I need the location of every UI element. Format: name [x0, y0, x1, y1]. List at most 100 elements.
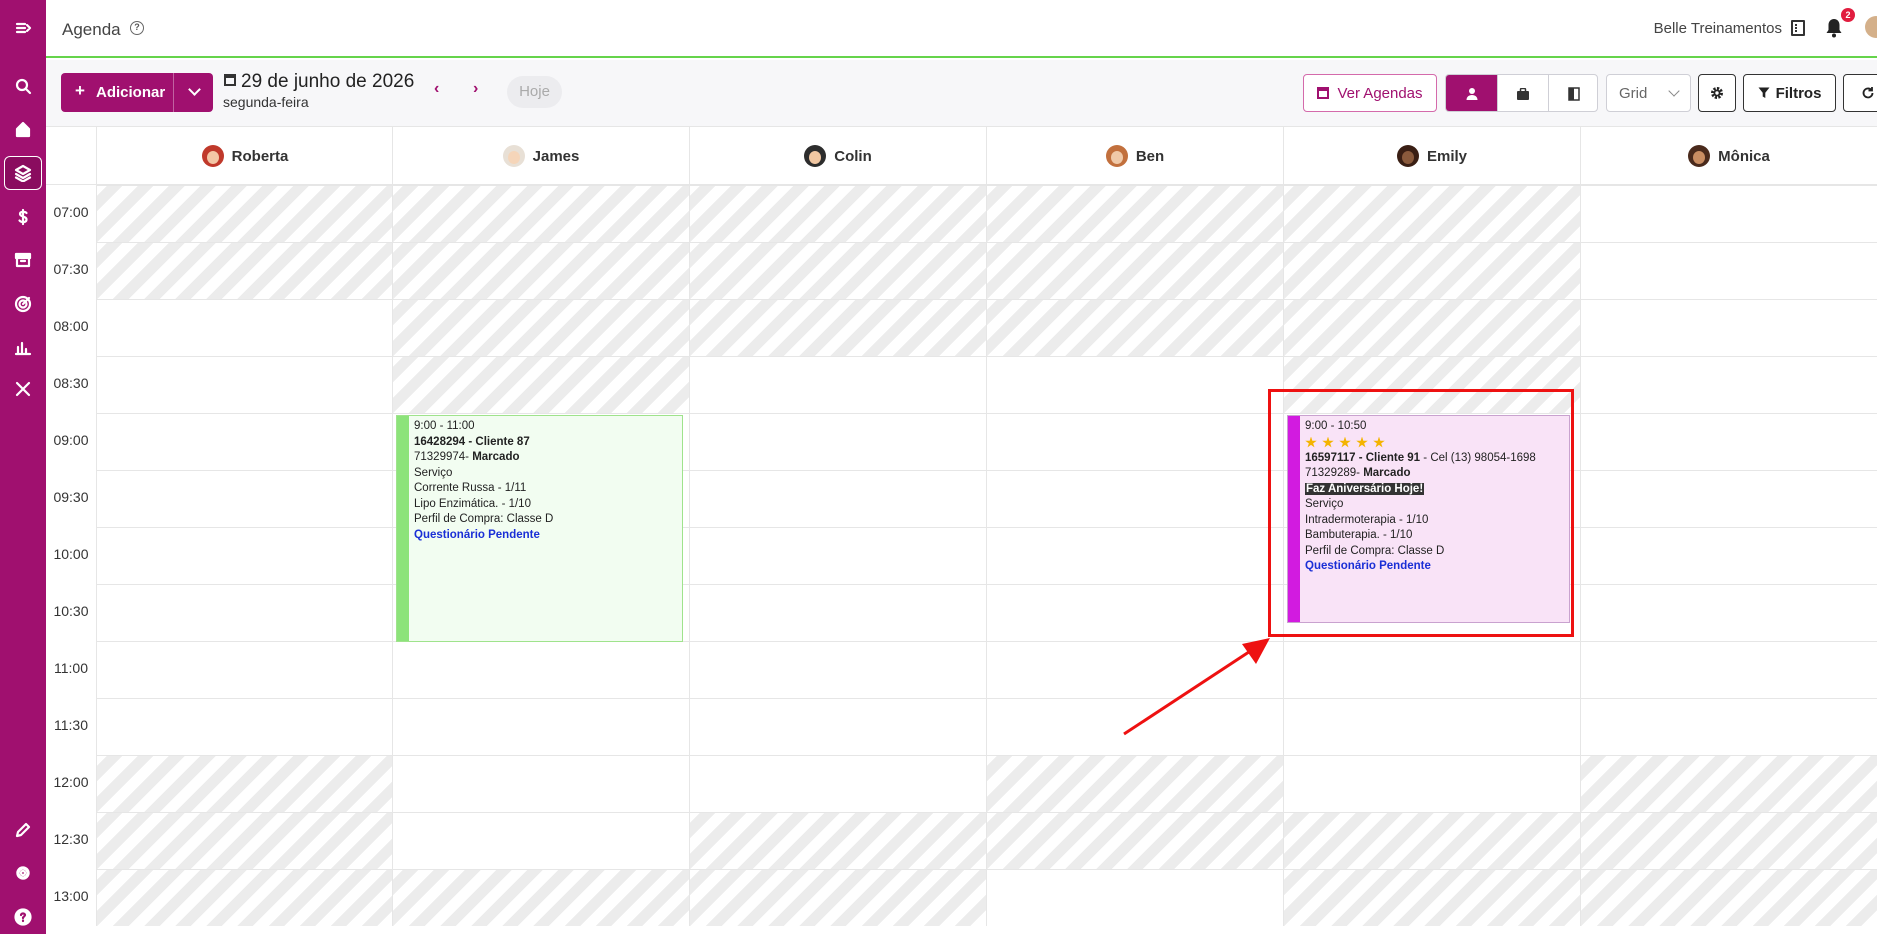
view-room-button[interactable] [1497, 75, 1548, 111]
blocked-slot[interactable] [96, 242, 393, 299]
time-slot[interactable] [96, 584, 393, 641]
column-header-mônica[interactable]: Mônica [1580, 127, 1877, 185]
blocked-slot[interactable] [1283, 812, 1580, 869]
time-slot[interactable] [392, 812, 689, 869]
filters-button[interactable]: Filtros [1743, 74, 1836, 112]
blocked-slot[interactable] [689, 242, 986, 299]
sidebar-item-search[interactable] [0, 69, 46, 103]
prev-day-button[interactable]: ‹ [434, 80, 439, 98]
column-header-emily[interactable]: Emily [1283, 127, 1580, 185]
blocked-slot[interactable] [96, 812, 393, 869]
settings-button[interactable] [1698, 74, 1736, 112]
time-slot[interactable] [689, 413, 986, 470]
time-slot[interactable] [1580, 185, 1877, 242]
pending-questionnaire-link[interactable]: Questionário Pendente [410, 528, 682, 544]
blocked-slot[interactable] [689, 299, 986, 356]
time-slot[interactable] [96, 413, 393, 470]
time-slot[interactable] [1283, 755, 1580, 812]
column-header-colin[interactable]: Colin [689, 127, 986, 185]
time-slot[interactable] [689, 584, 986, 641]
blocked-slot[interactable] [392, 299, 689, 356]
time-slot[interactable] [986, 413, 1283, 470]
time-slot[interactable] [96, 356, 393, 413]
time-slot[interactable] [1580, 584, 1877, 641]
column-header-ben[interactable]: Ben [986, 127, 1283, 185]
sidebar-item-pencil[interactable] [0, 813, 46, 847]
building-icon[interactable] [1791, 20, 1805, 36]
time-slot[interactable] [392, 698, 689, 755]
sidebar-item-tools[interactable] [0, 372, 46, 406]
time-slot[interactable] [986, 470, 1283, 527]
help-icon[interactable]: ? [130, 21, 144, 35]
blocked-slot[interactable] [986, 299, 1283, 356]
time-slot[interactable] [96, 470, 393, 527]
view-professional-button[interactable] [1446, 75, 1497, 111]
time-slot[interactable] [689, 470, 986, 527]
time-slot[interactable] [1580, 527, 1877, 584]
appointment-client[interactable]: 16428294 - Cliente 87 [410, 435, 682, 451]
time-slot[interactable] [1580, 242, 1877, 299]
blocked-slot[interactable] [986, 185, 1283, 242]
time-slot[interactable] [986, 869, 1283, 926]
current-date[interactable]: 29 de junho de 2026 [224, 71, 414, 93]
blocked-slot[interactable] [986, 755, 1283, 812]
time-slot[interactable] [689, 755, 986, 812]
time-slot[interactable] [96, 527, 393, 584]
view-equipment-button[interactable] [1548, 75, 1597, 111]
sidebar-item-home[interactable] [0, 112, 46, 146]
time-slot[interactable] [392, 755, 689, 812]
time-slot[interactable] [1580, 641, 1877, 698]
view-mode-select[interactable]: Grid [1606, 74, 1691, 112]
time-slot[interactable] [1283, 641, 1580, 698]
blocked-slot[interactable] [96, 869, 393, 926]
blocked-slot[interactable] [986, 812, 1283, 869]
time-slot[interactable] [689, 641, 986, 698]
company-name[interactable]: Belle Treinamentos [1654, 20, 1782, 37]
chevron-down-icon[interactable] [188, 83, 201, 96]
appointment-card[interactable]: 9:00 - 11:00 16428294 - Cliente 87 7132997… [396, 415, 683, 642]
blocked-slot[interactable] [1283, 869, 1580, 926]
time-slot[interactable] [1580, 470, 1877, 527]
sidebar-item-target[interactable] [0, 287, 46, 321]
time-slot[interactable] [689, 356, 986, 413]
time-slot[interactable] [986, 356, 1283, 413]
time-slot[interactable] [689, 698, 986, 755]
blocked-slot[interactable] [1580, 812, 1877, 869]
blocked-slot[interactable] [689, 869, 986, 926]
sidebar-item-menu-toggle[interactable] [0, 11, 46, 45]
blocked-slot[interactable] [96, 185, 393, 242]
time-slot[interactable] [986, 527, 1283, 584]
blocked-slot[interactable] [392, 242, 689, 299]
sidebar-item-archive[interactable] [0, 243, 46, 277]
blocked-slot[interactable] [1580, 869, 1877, 926]
blocked-slot[interactable] [1283, 242, 1580, 299]
blocked-slot[interactable] [1580, 755, 1877, 812]
blocked-slot[interactable] [392, 356, 689, 413]
time-slot[interactable] [1580, 299, 1877, 356]
column-header-roberta[interactable]: Roberta [96, 127, 393, 185]
time-slot[interactable] [96, 299, 393, 356]
time-slot[interactable] [1283, 698, 1580, 755]
add-button[interactable]: + Adicionar [61, 73, 213, 112]
today-button[interactable]: Hoje [507, 76, 562, 108]
blocked-slot[interactable] [1283, 185, 1580, 242]
sidebar-item-gear[interactable] [0, 856, 46, 890]
blocked-slot[interactable] [392, 185, 689, 242]
bell-icon[interactable] [1825, 18, 1843, 38]
column-header-james[interactable]: James [392, 127, 689, 185]
blocked-slot[interactable] [689, 185, 986, 242]
blocked-slot[interactable] [96, 755, 393, 812]
sidebar-item-layers[interactable] [4, 156, 42, 190]
sidebar-item-help[interactable] [0, 900, 46, 934]
time-slot[interactable] [689, 527, 986, 584]
time-slot[interactable] [392, 641, 689, 698]
ver-agendas-button[interactable]: Ver Agendas [1303, 74, 1437, 112]
time-slot[interactable] [96, 641, 393, 698]
sidebar-item-dollar[interactable] [0, 200, 46, 234]
blocked-slot[interactable] [689, 812, 986, 869]
user-avatar[interactable] [1865, 16, 1877, 38]
blocked-slot[interactable] [392, 869, 689, 926]
refresh-button[interactable] [1843, 74, 1877, 112]
next-day-button[interactable]: › [473, 80, 478, 98]
time-slot[interactable] [1580, 698, 1877, 755]
